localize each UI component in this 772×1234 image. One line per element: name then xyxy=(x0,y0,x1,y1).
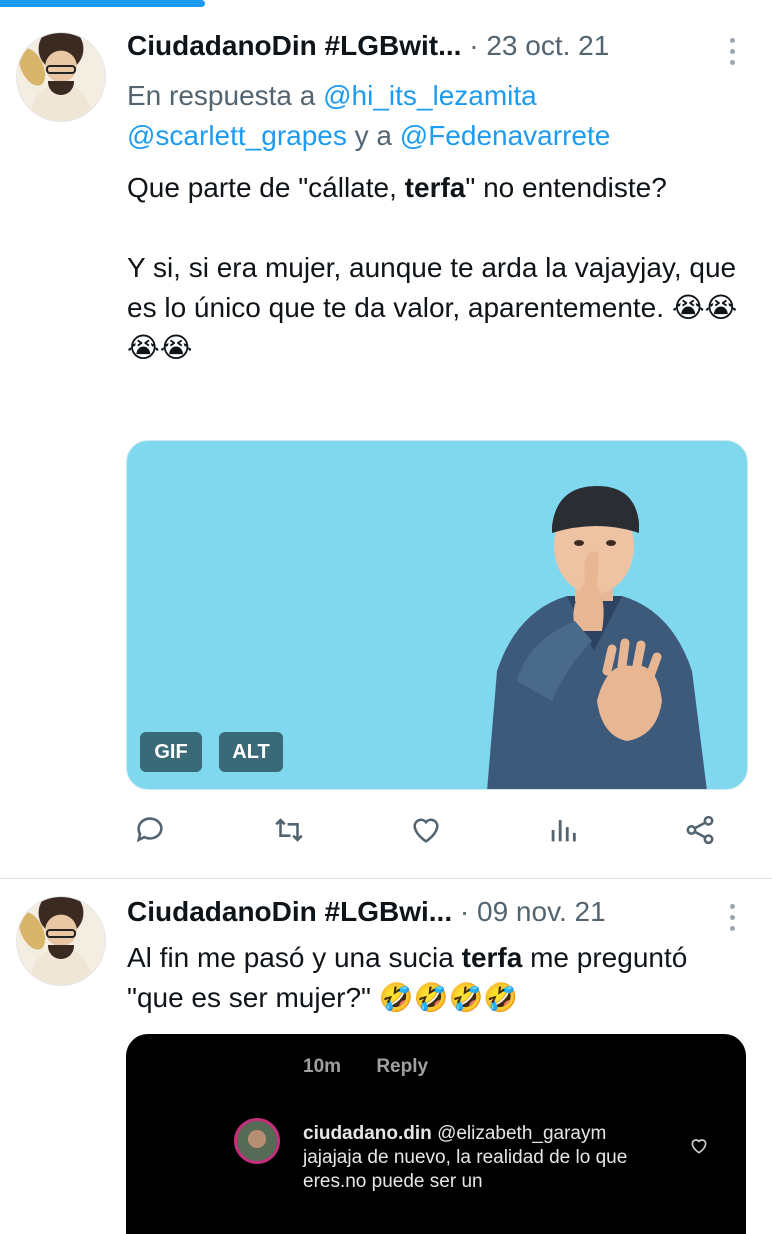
tweet-date[interactable]: · 09 nov. 21 xyxy=(460,896,606,927)
more-options-icon[interactable] xyxy=(730,904,736,937)
top-progress-bar xyxy=(0,0,205,7)
mention-link[interactable]: @Fedenavarrete xyxy=(400,120,611,151)
tweet-header: CiudadanoDin #LGBwit... · 23 oct. 21 xyxy=(127,30,609,62)
text-segment: Al fin me pasó y una sucia xyxy=(127,942,462,973)
text-paragraph: Y si, si era mujer, aunque te arda la va… xyxy=(127,252,737,323)
reply-and: y a xyxy=(354,120,392,151)
share-icon[interactable] xyxy=(678,808,722,852)
tweet-date[interactable]: · 23 oct. 21 xyxy=(469,30,609,61)
like-icon[interactable] xyxy=(404,808,448,852)
tweet-divider xyxy=(0,878,772,879)
retweet-icon[interactable] xyxy=(267,808,311,852)
views-icon[interactable] xyxy=(541,808,585,852)
author-name[interactable]: CiudadanoDin #LGBwit... xyxy=(127,30,461,61)
reply-context: En respuesta a @hi_its_lezamita @scarlet… xyxy=(127,76,610,156)
tweet-header: CiudadanoDin #LGBwi... · 09 nov. 21 xyxy=(127,896,606,928)
heart-icon[interactable] xyxy=(689,1136,709,1161)
more-options-icon[interactable] xyxy=(730,38,736,71)
text-segment: " no entendiste? xyxy=(465,172,667,203)
author-name[interactable]: CiudadanoDin #LGBwi... xyxy=(127,896,452,927)
text-segment: Que parte de "cállate, xyxy=(127,172,405,203)
tweet-text: Que parte de "cállate, terfa" no entendi… xyxy=(127,168,747,368)
comment-mention[interactable]: @elizabeth_garaym xyxy=(437,1123,606,1144)
comment-text: jajajaja de nuevo, la realidad de lo que… xyxy=(303,1147,628,1192)
comment-username[interactable]: ciudadano.din xyxy=(303,1123,432,1144)
mention-link[interactable]: @hi_its_lezamita xyxy=(323,80,537,111)
commenter-avatar[interactable] xyxy=(234,1118,280,1164)
avatar[interactable] xyxy=(16,32,106,122)
reply-prefix: En respuesta a xyxy=(127,80,316,111)
text-bold: terfa xyxy=(404,172,466,203)
comment-meta: 10m Reply xyxy=(303,1056,458,1078)
text-bold: terfa xyxy=(461,942,523,973)
emoji-group: 🤣🤣🤣🤣 xyxy=(378,982,519,1013)
comment-body: ciudadano.din @elizabeth_garaym jajajaja… xyxy=(303,1122,663,1194)
mention-link[interactable]: @scarlett_grapes xyxy=(127,120,347,151)
reply-link[interactable]: Reply xyxy=(376,1056,428,1077)
person-shushing-illustration xyxy=(487,486,707,789)
tweet-actions xyxy=(0,808,772,858)
tweet-text: Al fin me pasó y una sucia terfa me preg… xyxy=(127,938,747,1018)
embedded-screenshot[interactable]: 10m Reply ciudadano.din @elizabeth_garay… xyxy=(126,1034,746,1234)
reply-icon[interactable] xyxy=(128,808,172,852)
comment-time: 10m xyxy=(303,1056,342,1077)
avatar[interactable] xyxy=(16,896,106,986)
alt-badge[interactable]: ALT xyxy=(219,732,283,772)
gif-badge[interactable]: GIF xyxy=(140,732,202,772)
